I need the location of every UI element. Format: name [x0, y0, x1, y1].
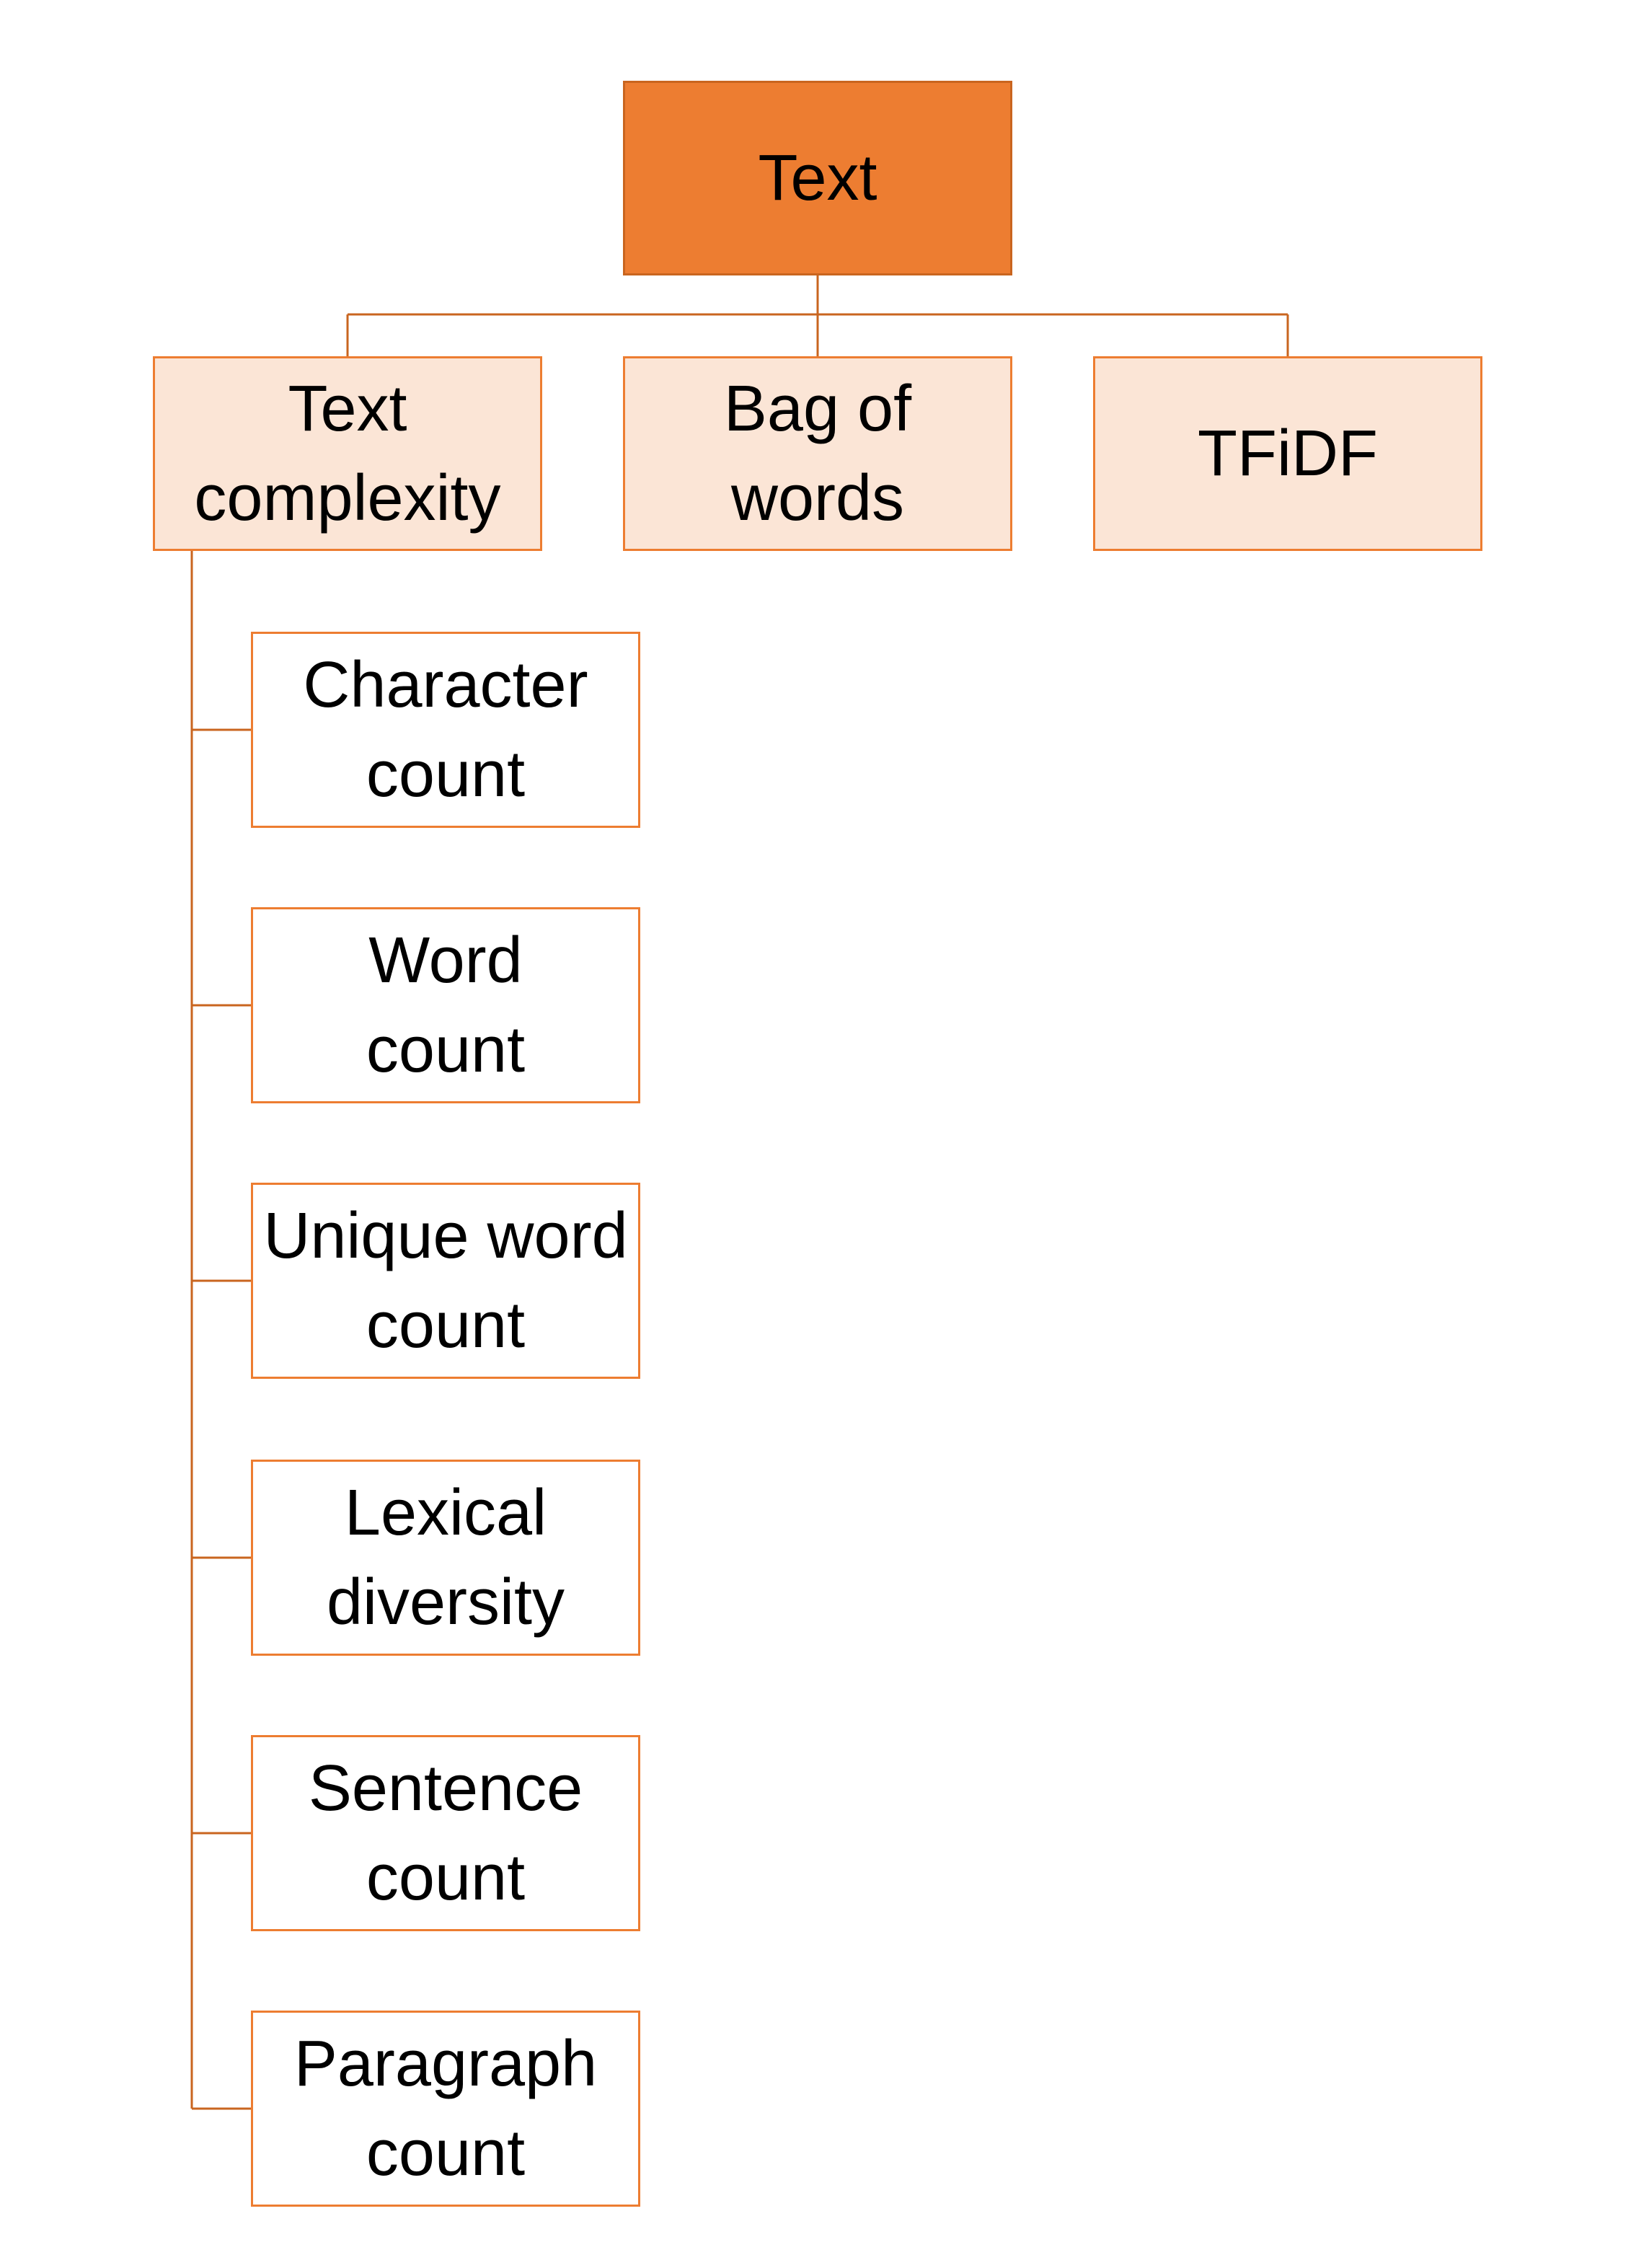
node-word-count: Word count: [251, 907, 640, 1103]
node-label: Text: [758, 142, 877, 214]
node-label: TFiDF: [1198, 418, 1378, 490]
node-unique-word-count: Unique word count: [251, 1183, 640, 1379]
node-bag-of-words: Bag of words: [623, 356, 1012, 551]
node-label: Character count: [303, 649, 588, 811]
node-character-count: Character count: [251, 632, 640, 828]
node-label: Bag of words: [723, 373, 912, 534]
node-label: Text complexity: [194, 373, 501, 534]
node-label: Unique word count: [263, 1200, 628, 1362]
connectors: [190, 274, 1289, 2110]
node-label: Sentence count: [308, 1752, 583, 1914]
node-label: Word count: [366, 925, 526, 1086]
node-paragraph-count: Paragraph count: [251, 2011, 640, 2207]
node-lexical-diversity: Lexical diversity: [251, 1460, 640, 1656]
node-tfidf: TFiDF: [1093, 356, 1482, 551]
node-label: Paragraph count: [293, 2028, 598, 2189]
node-text-complexity: Text complexity: [153, 356, 542, 551]
node-text: Text: [623, 81, 1012, 275]
node-label: Lexical diversity: [326, 1477, 565, 1638]
node-sentence-count: Sentence count: [251, 1735, 640, 1931]
